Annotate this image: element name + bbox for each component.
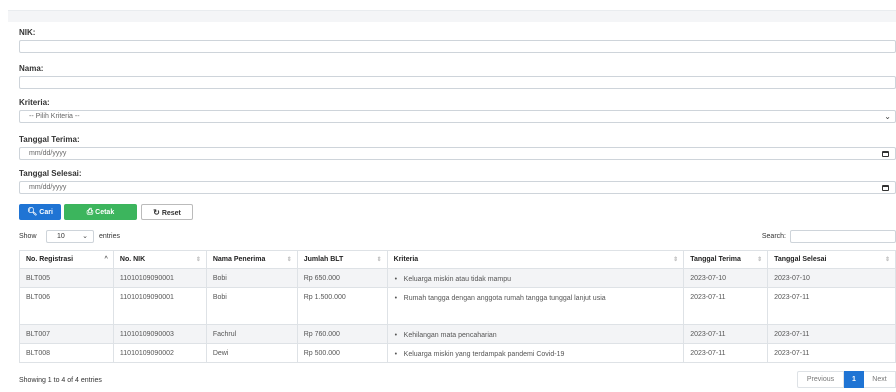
cell-tanggal-selesai: 2023-07-11: [767, 287, 896, 325]
kriteria-item: Kehilangan mata pencaharian: [394, 331, 678, 341]
cell-no-registrasi: BLT007: [19, 324, 114, 344]
nama-input[interactable]: [19, 76, 896, 89]
sort-icon: ⇕: [884, 257, 890, 263]
sort-icon: ⇕: [376, 257, 382, 263]
pagination-page-1[interactable]: 1: [844, 371, 864, 388]
tanggal-terima-group: Tanggal Terima: mm/dd/yyyy: [19, 135, 896, 160]
kriteria-select[interactable]: -- Pilih Kriteria -- ⌄: [19, 110, 896, 123]
sort-asc-icon: ^: [104, 256, 108, 262]
cell-tanggal-terima: 2023-07-11: [683, 343, 769, 363]
cell-tanggal-terima: 2023-07-11: [683, 287, 769, 325]
tanggal-selesai-input[interactable]: mm/dd/yyyy: [19, 181, 896, 194]
search-input[interactable]: [790, 230, 896, 243]
kriteria-label: Kriteria:: [19, 98, 50, 107]
cell-no-nik: 11010109090002: [112, 343, 207, 363]
cell-kriteria: Kehilangan mata pencaharian: [386, 324, 685, 344]
cell-kriteria: Keluarga miskin yang terdampak pandemi C…: [386, 343, 685, 363]
cell-no-registrasi: BLT005: [19, 268, 114, 288]
page-length-select[interactable]: 10 ⌄: [46, 230, 94, 243]
cell-jumlah: Rp 1.500.000: [296, 287, 388, 325]
column-header-tanggal-terima[interactable]: Tanggal Terima ⇕: [683, 250, 769, 269]
cell-tanggal-terima: 2023-07-11: [683, 324, 769, 344]
table-row: BLT005 11010109090001 Bobi Rp 650.000 Ke…: [19, 268, 896, 288]
cell-no-nik: 11010109090001: [112, 268, 207, 288]
calendar-icon[interactable]: [882, 151, 889, 157]
calendar-icon[interactable]: [882, 185, 889, 191]
table-row: BLT006 11010109090001 Bobi Rp 1.500.000 …: [19, 287, 896, 325]
sort-icon: ⇕: [286, 257, 292, 263]
reset-label: Reset: [161, 210, 181, 217]
kriteria-item: Rumah tangga dengan anggota rumah tangga…: [394, 294, 678, 304]
cell-jumlah: Rp 650.000: [296, 268, 388, 288]
column-header-kriteria[interactable]: Kriteria ⇕: [386, 250, 685, 269]
cell-tanggal-selesai: 2023-07-11: [767, 324, 896, 344]
nik-group: NIK:: [19, 28, 896, 53]
cell-tanggal-terima: 2023-07-10: [683, 268, 769, 288]
cell-kriteria: Keluarga miskin atau tidak mampu: [386, 268, 685, 288]
chevron-down-icon: ⌄: [82, 233, 88, 240]
kriteria-group: Kriteria: -- Pilih Kriteria -- ⌄: [19, 98, 896, 123]
cell-tanggal-selesai: 2023-07-11: [767, 343, 896, 363]
tanggal-selesai-group: Tanggal Selesai: mm/dd/yyyy: [19, 169, 896, 194]
kriteria-selected-value: -- Pilih Kriteria --: [29, 113, 80, 120]
cell-no-nik: 11010109090001: [112, 287, 207, 325]
kriteria-item: Keluarga miskin atau tidak mampu: [394, 275, 678, 285]
pagination-previous[interactable]: Previous: [797, 371, 844, 388]
column-header-nama-penerima[interactable]: Nama Penerima ⇕: [205, 250, 298, 269]
cell-nama: Bobi: [205, 268, 298, 288]
tanggal-selesai-label: Tanggal Selesai:: [19, 169, 82, 178]
cetak-label: Cetak: [95, 209, 115, 216]
column-header-no-nik[interactable]: No. NIK ⇕: [112, 250, 207, 269]
tanggal-selesai-placeholder: mm/dd/yyyy: [29, 184, 67, 191]
cell-nama: Dewi: [205, 343, 298, 363]
blt-table: No. Registrasi ^ No. NIK ⇕ Nama Penerima ⇕ …: [19, 250, 896, 363]
nik-input[interactable]: [19, 40, 896, 53]
tanggal-terima-placeholder: mm/dd/yyyy: [29, 150, 67, 157]
nik-label: NIK:: [19, 28, 36, 37]
cari-button[interactable]: 🔍︎ Cari: [19, 204, 61, 220]
column-header-jumlah-blt[interactable]: Jumlah BLT ⇕: [296, 250, 388, 269]
page-length-value: 10: [57, 233, 65, 240]
cell-tanggal-selesai: 2023-07-10: [767, 268, 896, 288]
refresh-icon: ↻: [153, 208, 160, 217]
table-controls: Show 10 ⌄ entries Search:: [19, 229, 896, 244]
sort-icon: ⇕: [673, 257, 679, 263]
cell-jumlah: Rp 760.000: [296, 324, 388, 344]
cell-nama: Fachrul: [205, 324, 298, 344]
kriteria-item: Keluarga miskin yang terdampak pandemi C…: [394, 350, 678, 360]
reset-button[interactable]: ↻ Reset: [141, 204, 193, 220]
tanggal-terima-input[interactable]: mm/dd/yyyy: [19, 147, 896, 160]
cell-kriteria: Rumah tangga dengan anggota rumah tangga…: [386, 287, 685, 325]
table-info: Showing 1 to 4 of 4 entries: [19, 377, 102, 384]
sort-icon: ⇕: [195, 257, 201, 263]
column-header-tanggal-selesai[interactable]: Tanggal Selesai ⇕: [767, 250, 896, 269]
table-header-row: No. Registrasi ^ No. NIK ⇕ Nama Penerima ⇕ …: [19, 250, 896, 269]
column-header-no-registrasi[interactable]: No. Registrasi ^: [19, 250, 114, 269]
cell-jumlah: Rp 500.000: [296, 343, 388, 363]
chevron-down-icon: ⌄: [884, 112, 891, 121]
cell-no-registrasi: BLT006: [19, 287, 114, 325]
cell-nama: Bobi: [205, 287, 298, 325]
printer-icon: ⎙: [86, 207, 94, 216]
cari-label: Cari: [39, 209, 53, 216]
show-label: Show: [19, 233, 37, 240]
nama-group: Nama:: [19, 64, 896, 89]
top-bar: [8, 10, 896, 22]
cell-no-nik: 11010109090003: [112, 324, 207, 344]
pagination-next[interactable]: Next: [864, 371, 896, 388]
tanggal-terima-label: Tanggal Terima:: [19, 135, 80, 144]
table-row: BLT008 11010109090002 Dewi Rp 500.000 Ke…: [19, 343, 896, 363]
cell-no-registrasi: BLT008: [19, 343, 114, 363]
search-icon: 🔍︎: [27, 207, 38, 216]
sort-icon: ⇕: [757, 257, 763, 263]
table-row: BLT007 11010109090003 Fachrul Rp 760.000…: [19, 324, 896, 344]
entries-label: entries: [99, 233, 121, 240]
cetak-button[interactable]: ⎙ Cetak: [64, 204, 137, 220]
search-label: Search:: [761, 233, 786, 240]
nama-label: Nama:: [19, 64, 44, 73]
